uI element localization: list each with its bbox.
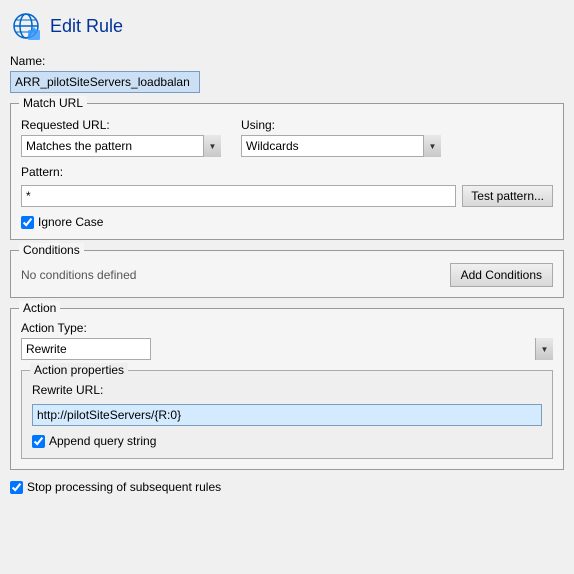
page-title: Edit Rule: [50, 16, 123, 37]
pattern-input[interactable]: [21, 185, 456, 207]
no-conditions-text: No conditions defined: [21, 268, 136, 282]
using-select-wrapper: Wildcards Regular Expressions Exact Matc…: [241, 135, 441, 157]
using-field: Using: Wildcards Regular Expressions Exa…: [241, 118, 441, 157]
rewrite-url-input[interactable]: [32, 404, 542, 426]
action-legend: Action: [19, 301, 60, 315]
conditions-legend: Conditions: [19, 243, 84, 257]
ignore-case-row: Ignore Case: [21, 215, 553, 229]
requested-url-select[interactable]: Matches the pattern Does not match the p…: [21, 135, 221, 157]
action-type-label: Action Type:: [21, 321, 553, 335]
stop-processing-checkbox[interactable]: [10, 481, 23, 494]
url-using-row: Requested URL: Matches the pattern Does …: [21, 118, 553, 157]
action-type-select[interactable]: Rewrite Redirect Custom response Abort r…: [21, 338, 151, 360]
append-query-string-row: Append query string: [32, 434, 542, 448]
match-url-legend: Match URL: [19, 96, 87, 110]
ignore-case-checkbox[interactable]: [21, 216, 34, 229]
pattern-section: Pattern: Test pattern...: [21, 165, 553, 207]
action-type-arrow: [535, 338, 553, 360]
requested-url-select-wrapper: Matches the pattern Does not match the p…: [21, 135, 221, 157]
action-properties-legend: Action properties: [30, 363, 128, 377]
match-url-section: Match URL Requested URL: Matches the pat…: [10, 103, 564, 240]
rewrite-url-field: Rewrite URL:: [32, 383, 542, 426]
name-label: Name:: [10, 54, 564, 68]
page-header: Edit Rule: [10, 10, 564, 42]
using-label: Using:: [241, 118, 441, 132]
requested-url-field: Requested URL: Matches the pattern Does …: [21, 118, 221, 157]
action-properties-group: Action properties Rewrite URL: Append qu…: [21, 370, 553, 459]
add-conditions-button[interactable]: Add Conditions: [450, 263, 553, 287]
action-type-select-wrapper: Rewrite Redirect Custom response Abort r…: [21, 338, 553, 360]
pattern-label: Pattern:: [21, 165, 553, 179]
requested-url-label: Requested URL:: [21, 118, 221, 132]
stop-processing-row: Stop processing of subsequent rules: [10, 480, 564, 494]
action-section: Action Action Type: Rewrite Redirect Cus…: [10, 308, 564, 470]
ignore-case-label[interactable]: Ignore Case: [38, 215, 103, 229]
name-section: Name:: [10, 54, 564, 93]
conditions-row: No conditions defined Add Conditions: [21, 263, 553, 287]
rewrite-url-label: Rewrite URL:: [32, 383, 542, 397]
append-query-string-checkbox[interactable]: [32, 435, 45, 448]
test-pattern-button[interactable]: Test pattern...: [462, 185, 553, 207]
conditions-section: Conditions No conditions defined Add Con…: [10, 250, 564, 298]
append-query-string-label[interactable]: Append query string: [49, 434, 156, 448]
action-type-field: Action Type: Rewrite Redirect Custom res…: [21, 321, 553, 360]
using-select[interactable]: Wildcards Regular Expressions Exact Matc…: [241, 135, 441, 157]
stop-processing-label[interactable]: Stop processing of subsequent rules: [27, 480, 221, 494]
pattern-row: Test pattern...: [21, 185, 553, 207]
name-input[interactable]: [10, 71, 200, 93]
edit-rule-icon: [10, 10, 42, 42]
